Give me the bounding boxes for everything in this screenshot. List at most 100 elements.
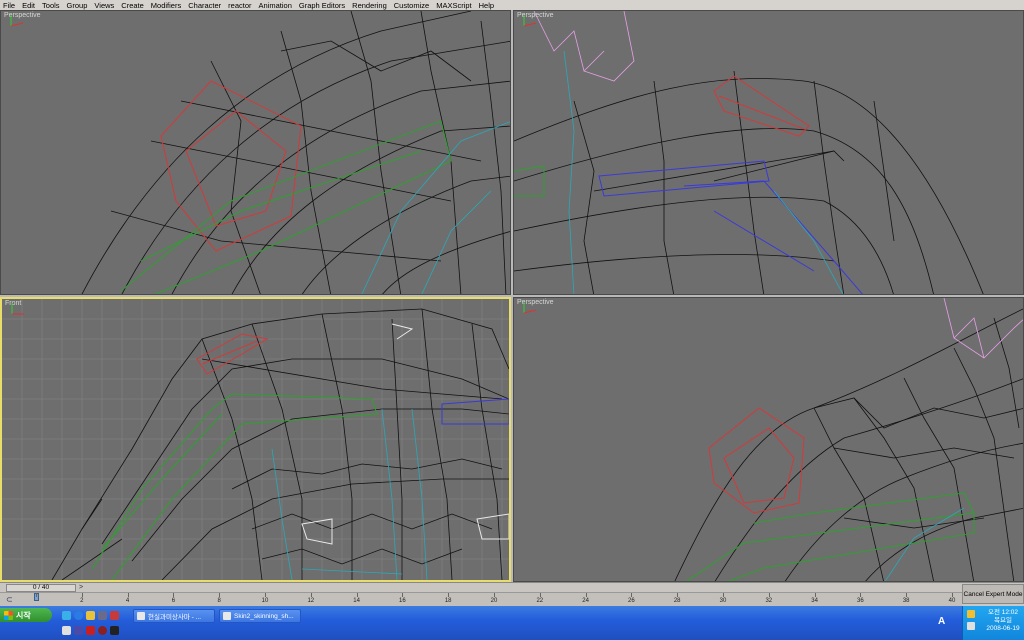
axis-gizmo <box>523 15 537 27</box>
track-tick-label: 8 <box>217 598 221 604</box>
tray-network-icon[interactable] <box>967 622 975 630</box>
track-tick <box>906 593 908 597</box>
track-tick-label: 30 <box>719 598 727 604</box>
menu-edit[interactable]: Edit <box>22 1 35 10</box>
quicklaunch-ie-icon[interactable] <box>74 611 83 620</box>
track-tick <box>36 593 37 597</box>
viewport-bottom-left-front[interactable]: Front <box>0 297 511 582</box>
menu-modifiers[interactable]: Modifiers <box>151 1 181 10</box>
menu-customize[interactable]: Customize <box>394 1 429 10</box>
quicklaunch-app5-icon[interactable] <box>98 626 107 635</box>
track-tick <box>952 593 953 597</box>
menu-group[interactable]: Group <box>67 1 88 10</box>
quicklaunch-app-icon[interactable] <box>98 611 107 620</box>
menu-help[interactable]: Help <box>479 1 494 10</box>
start-label: 시작 <box>16 610 31 620</box>
quicklaunch-app4-icon[interactable] <box>74 626 83 635</box>
menu-bar: File Edit Tools Group Views Create Modif… <box>0 0 1024 10</box>
track-tick-label: 2 <box>80 598 84 604</box>
track-tick-label: 12 <box>307 598 315 604</box>
start-button[interactable]: 시작 <box>0 608 52 622</box>
time-slider-next-arrow[interactable]: > <box>77 584 85 592</box>
quicklaunch-acrobat-icon[interactable] <box>86 626 95 635</box>
track-tick <box>768 593 770 597</box>
track-tick <box>448 593 450 597</box>
menu-character[interactable]: Character <box>188 1 221 10</box>
track-tick-label: 40 <box>948 598 956 604</box>
menu-tools[interactable]: Tools <box>42 1 60 10</box>
viewport-bottom-right[interactable]: Perspective <box>513 297 1024 582</box>
track-tick <box>127 593 129 597</box>
track-tick-label: 24 <box>582 598 589 604</box>
track-tick <box>81 593 83 597</box>
task-button-label: Skin2_skinning_sh... <box>234 612 294 620</box>
wireframe-mesh-top-left <box>81 11 510 294</box>
quicklaunch-app6-icon[interactable] <box>110 626 119 635</box>
track-tick <box>494 593 495 597</box>
track-tick-label: 4 <box>125 598 130 604</box>
clock-date: 2008-06-19 <box>986 625 1020 632</box>
axis-gizmo <box>10 15 24 27</box>
menu-create[interactable]: Create <box>121 1 144 10</box>
axis-gizmo <box>11 303 24 315</box>
track-tick-label: 32 <box>765 598 773 604</box>
track-tick <box>356 593 358 597</box>
track-tick-label: 36 <box>857 598 864 604</box>
system-tray: 오전 12:02 목요일 2008-06-19 <box>962 606 1024 640</box>
quicklaunch-app3-icon[interactable] <box>62 626 71 635</box>
task-button-2[interactable]: Skin2_skinning_sh... <box>219 609 301 623</box>
menu-reactor[interactable]: reactor <box>228 1 251 10</box>
track-tick <box>723 593 724 597</box>
windows-logo-icon <box>4 610 13 620</box>
track-tick <box>265 593 266 597</box>
max-window: File Edit Tools Group Views Create Modif… <box>0 0 1024 640</box>
time-slider-frame[interactable]: 0 / 40 <box>6 584 76 592</box>
track-tick <box>310 593 312 597</box>
quicklaunch-desktop-icon[interactable] <box>62 611 71 620</box>
track-tick <box>539 593 541 597</box>
menu-animation[interactable]: Animation <box>259 1 292 10</box>
track-tick-label: 28 <box>673 598 681 604</box>
track-tick-label: 20 <box>490 598 498 604</box>
track-tick-label: 16 <box>399 598 406 604</box>
track-tick <box>219 593 221 597</box>
task-button-label: 현실과미상사마 - ... <box>148 614 202 621</box>
track-tick-label: 6 <box>171 598 176 604</box>
track-tick <box>860 593 862 597</box>
track-tick-label: 38 <box>902 598 910 604</box>
menu-views[interactable]: Views <box>94 1 114 10</box>
time-slider[interactable]: 0 / 40 > <box>0 582 1024 592</box>
track-tick-label: 10 <box>261 598 269 604</box>
track-tick <box>814 593 816 597</box>
wireframe-mesh-top-right <box>514 11 984 294</box>
ime-indicator[interactable]: A <box>938 616 945 627</box>
track-tick-label: 34 <box>811 598 818 604</box>
viewport-top-right[interactable]: Perspective <box>513 10 1024 295</box>
key-filter-icon[interactable]: ⊂ <box>6 595 13 604</box>
clock-time: 오전 12:02 <box>987 609 1019 616</box>
quicklaunch-folder-icon[interactable] <box>86 611 95 620</box>
viewport-top-left[interactable]: Perspective <box>0 10 511 295</box>
track-bar[interactable]: ⊂ 2 4 6 8 10 12 14 16 18 20 22 24 26 28 30 32 34 36 38 40 <box>0 592 962 606</box>
track-tick-label: 22 <box>536 598 544 604</box>
track-tick <box>631 593 633 597</box>
track-tick-label: 14 <box>353 598 360 604</box>
track-tick <box>677 593 679 597</box>
wireframe-mesh-front <box>2 299 509 580</box>
task-window-icon <box>223 612 231 620</box>
tray-clock[interactable]: 오전 12:02 목요일 2008-06-19 <box>983 609 1023 633</box>
track-tick-label: 18 <box>444 598 452 604</box>
task-button-1[interactable]: 현실과미상사마 - ... <box>133 609 215 623</box>
menu-maxscript[interactable]: MAXScript <box>436 1 471 10</box>
menu-graph-editors[interactable]: Graph Editors <box>299 1 345 10</box>
clock-day: 목요일 <box>994 617 1012 624</box>
task-window-icon <box>137 612 145 620</box>
menu-rendering[interactable]: Rendering <box>352 1 387 10</box>
menu-file[interactable]: File <box>3 1 15 10</box>
cancel-expert-mode-button[interactable]: Cancel Expert Mode <box>962 584 1024 604</box>
tray-app-icon[interactable] <box>967 610 975 618</box>
quicklaunch-app2-icon[interactable] <box>110 611 119 620</box>
viewport-area: Perspective Perspective Front Perspectiv… <box>0 10 1024 582</box>
track-tick <box>585 593 587 597</box>
windows-taskbar: 시작 현실과미상사마 - ... Skin2_skinning_sh... A … <box>0 606 1024 640</box>
